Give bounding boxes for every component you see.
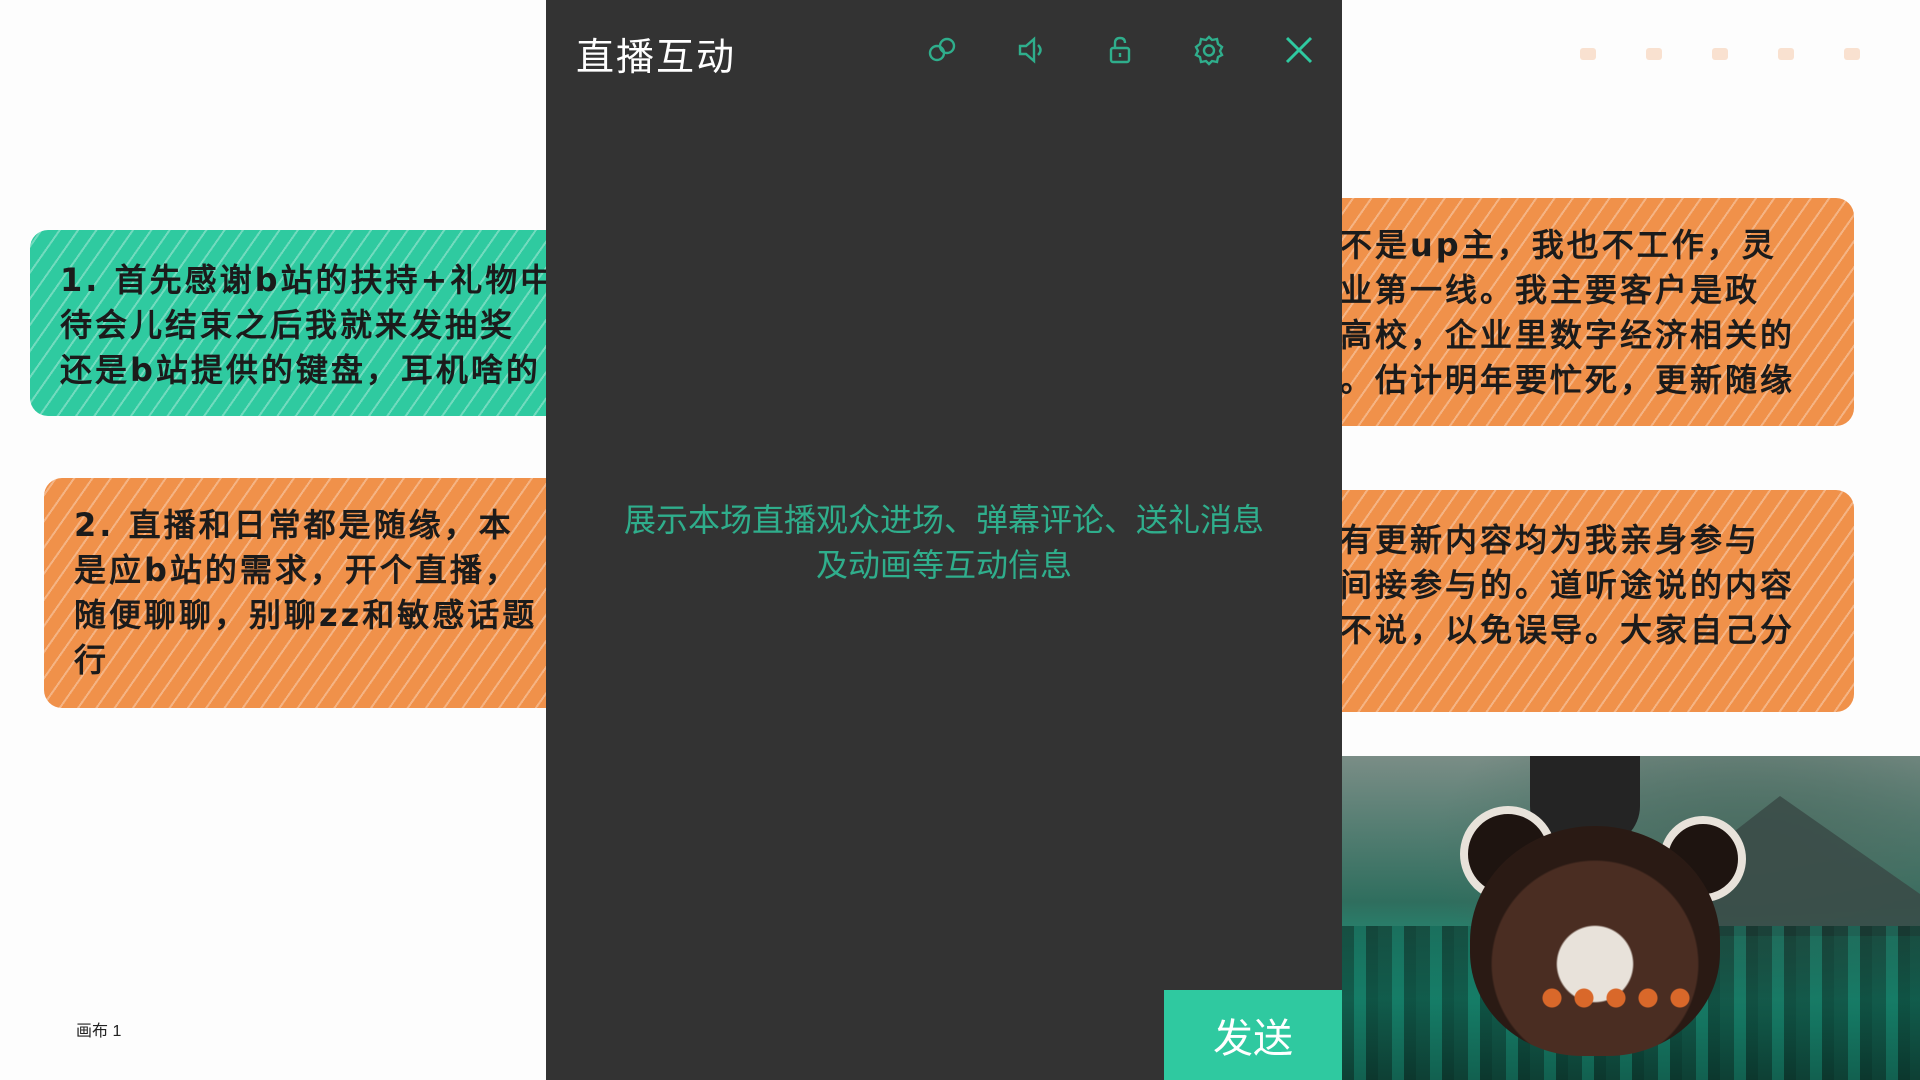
sticky-note-content[interactable]: 有更新内容均为我亲身参与 间接参与的。道听途说的内容 不说，以免误导。大家自己分	[1300, 490, 1854, 712]
sound-icon[interactable]	[1012, 30, 1052, 70]
corner-tool-3[interactable]	[1712, 48, 1728, 60]
corner-tool-5[interactable]	[1844, 48, 1860, 60]
corner-tool-2[interactable]	[1646, 48, 1662, 60]
gear-icon[interactable]	[1189, 30, 1229, 70]
close-icon[interactable]	[1279, 30, 1319, 70]
dual-screen-icon[interactable]	[922, 30, 962, 70]
red-panda-head	[1470, 826, 1720, 1056]
note-line: 高校，企业里数字经济相关的	[1340, 316, 1796, 354]
placeholder-line-1: 展示本场直播观众进场、弹幕评论、送礼消息	[623, 501, 1264, 539]
corner-tool-4[interactable]	[1778, 48, 1794, 60]
placeholder-line-2: 及动画等互动信息	[815, 546, 1072, 584]
note-line: 还是b站提供的键盘，耳机啥的	[60, 351, 541, 389]
canvas-corner-toolbar	[1580, 48, 1860, 60]
lock-icon[interactable]	[1100, 30, 1140, 70]
send-button[interactable]: 发送	[1164, 990, 1342, 1080]
note-line: 有更新内容均为我亲身参与	[1340, 521, 1761, 559]
interaction-placeholder: 展示本场直播观众进场、弹幕评论、送礼消息 及动画等互动信息	[576, 498, 1312, 588]
note-line: 。估计明年要忙死，更新随缘	[1340, 361, 1796, 399]
note-line: 2. 直播和日常都是随缘，本	[74, 506, 514, 544]
red-panda-photo[interactable]	[1340, 756, 1920, 1080]
sticky-note-random[interactable]: 2. 直播和日常都是随缘，本 是应b站的需求，开个直播， 随便聊聊，别聊zz和敏…	[44, 478, 592, 708]
note-line: 不说，以免误导。大家自己分	[1340, 611, 1796, 649]
live-interaction-panel: 直播互动 展示本场直播观众进场、弹幕评论、送礼消息 及动画等互动信息 发送	[546, 0, 1342, 1080]
note-line: 间接参与的。道听途说的内容	[1340, 566, 1796, 604]
note-line: 是应b站的需求，开个直播，	[74, 551, 520, 589]
note-line: 待会儿结束之后我就来发抽奖	[60, 306, 516, 344]
canvas-tab-label[interactable]: 画布 1	[76, 1017, 121, 1041]
sticky-note-about[interactable]: 不是up主，我也不工作，灵 业第一线。我主要客户是政 高校，企业里数字经济相关的…	[1300, 198, 1854, 426]
sticky-note-thanks[interactable]: 1. 首先感谢b站的扶持+礼物中 待会儿结束之后我就来发抽奖 还是b站提供的键盘…	[30, 230, 590, 416]
note-line: 行	[74, 641, 110, 679]
panel-toolbar	[546, 26, 1342, 76]
note-line: 不是up主，我也不工作，灵	[1340, 226, 1777, 264]
corner-tool-1[interactable]	[1580, 48, 1596, 60]
note-line: 随便聊聊，别聊zz和敏感话题	[74, 596, 538, 634]
note-line: 业第一线。我主要客户是政	[1340, 271, 1761, 309]
bead-bracelet	[1540, 986, 1700, 1010]
note-line: 1. 首先感谢b站的扶持+礼物中	[60, 261, 556, 299]
